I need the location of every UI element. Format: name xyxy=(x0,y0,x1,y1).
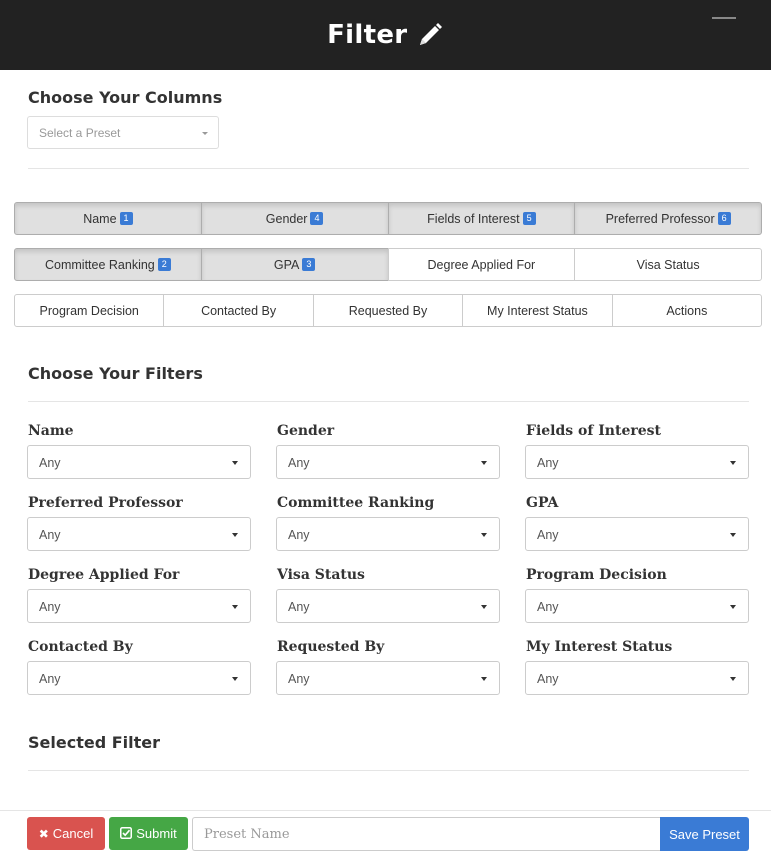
column-toggle-name[interactable]: Name 1 xyxy=(14,202,202,235)
column-toggle-visa-status[interactable]: Visa Status xyxy=(574,248,762,281)
caret-down-icon xyxy=(232,461,238,465)
filter-select-fields-of-interest[interactable]: Any xyxy=(525,445,749,479)
column-toggle-committee-ranking[interactable]: Committee Ranking 2 xyxy=(14,248,202,281)
filters-heading: Choose Your Filters xyxy=(28,364,203,383)
column-toggle-gpa[interactable]: GPA 3 xyxy=(200,248,389,281)
save-preset-button[interactable]: Save Preset xyxy=(660,817,749,851)
column-toggle-degree-applied-for[interactable]: Degree Applied For xyxy=(387,248,576,281)
filter-label-requested-by: Requested By xyxy=(277,639,385,655)
filter-select-my-interest-status[interactable]: Any xyxy=(525,661,749,695)
preset-select[interactable]: Select a Preset xyxy=(27,116,219,149)
column-row-1: Name 1 Gender 4 Fields of Interest 5 Prefer… xyxy=(14,202,762,235)
caret-down-icon xyxy=(232,677,238,681)
column-toggle-contacted-by[interactable]: Contacted By xyxy=(163,294,314,327)
filter-select-contacted-by[interactable]: Any xyxy=(27,661,251,695)
filter-label-name: Name xyxy=(28,423,74,439)
preset-select-placeholder: Select a Preset xyxy=(39,126,121,140)
order-badge: 3 xyxy=(302,258,316,271)
top-bar: Filter xyxy=(0,0,771,70)
caret-down-icon xyxy=(730,461,736,465)
order-badge: 2 xyxy=(157,258,171,271)
column-toggle-gender[interactable]: Gender 4 xyxy=(200,202,389,235)
caret-down-icon xyxy=(730,533,736,537)
filter-label-degree-applied-for: Degree Applied For xyxy=(28,567,180,583)
hamburger-icon[interactable] xyxy=(712,17,736,19)
filter-label-preferred-professor: Preferred Professor xyxy=(28,495,183,511)
divider xyxy=(28,168,749,169)
divider xyxy=(28,401,749,402)
filter-select-preferred-professor[interactable]: Any xyxy=(27,517,251,551)
caret-down-icon xyxy=(481,461,487,465)
submit-button[interactable]: Submit xyxy=(109,817,188,850)
cancel-button[interactable]: ✖ Cancel xyxy=(27,817,105,850)
order-badge: 6 xyxy=(717,212,731,225)
filter-label-gender: Gender xyxy=(277,423,335,439)
title-wrap: Filter xyxy=(0,20,771,50)
selected-filter-heading: Selected Filter xyxy=(28,733,161,752)
caret-down-icon xyxy=(730,677,736,681)
preset-name-placeholder: Preset Name xyxy=(204,827,290,842)
caret-down-icon xyxy=(232,533,238,537)
filter-label-my-interest-status: My Interest Status xyxy=(526,639,673,655)
column-toggle-fields-of-interest[interactable]: Fields of Interest 5 xyxy=(387,202,576,235)
caret-down-icon xyxy=(481,605,487,609)
filter-select-degree-applied-for[interactable]: Any xyxy=(27,589,251,623)
pencil-icon[interactable] xyxy=(416,21,444,49)
column-toggle-actions[interactable]: Actions xyxy=(611,294,763,327)
filter-select-visa-status[interactable]: Any xyxy=(276,589,500,623)
column-toggle-requested-by[interactable]: Requested By xyxy=(312,294,464,327)
filter-select-program-decision[interactable]: Any xyxy=(525,589,749,623)
filter-label-fields-of-interest: Fields of Interest xyxy=(526,423,661,439)
preset-name-input[interactable]: Preset Name xyxy=(192,817,662,851)
column-row-3: Program Decision Contacted By Requested … xyxy=(14,294,763,327)
filter-label-program-decision: Program Decision xyxy=(526,567,667,583)
column-toggle-preferred-professor[interactable]: Preferred Professor 6 xyxy=(574,202,762,235)
page-title: Filter xyxy=(327,20,408,50)
column-row-2: Committee Ranking 2 GPA 3 Degree Applied F… xyxy=(14,248,762,281)
divider xyxy=(28,770,749,771)
column-toggle-my-interest-status[interactable]: My Interest Status xyxy=(462,294,613,327)
caret-down-icon xyxy=(232,605,238,609)
footer-divider xyxy=(0,810,771,811)
filter-label-visa-status: Visa Status xyxy=(277,567,365,583)
chevron-down-icon xyxy=(202,132,208,135)
filter-select-committee-ranking[interactable]: Any xyxy=(276,517,500,551)
caret-down-icon xyxy=(481,533,487,537)
check-icon xyxy=(120,826,133,841)
filter-label-contacted-by: Contacted By xyxy=(28,639,133,655)
filter-label-committee-ranking: Committee Ranking xyxy=(277,495,435,511)
filter-select-gender[interactable]: Any xyxy=(276,445,500,479)
filter-select-requested-by[interactable]: Any xyxy=(276,661,500,695)
filter-select-name[interactable]: Any xyxy=(27,445,251,479)
columns-heading: Choose Your Columns xyxy=(28,88,223,107)
caret-down-icon xyxy=(730,605,736,609)
order-badge: 5 xyxy=(522,212,536,225)
filter-label-gpa: GPA xyxy=(526,495,559,511)
close-icon: ✖ xyxy=(38,826,49,841)
order-badge: 1 xyxy=(119,212,133,225)
column-toggle-program-decision[interactable]: Program Decision xyxy=(14,294,165,327)
order-badge: 4 xyxy=(310,212,324,225)
caret-down-icon xyxy=(481,677,487,681)
filter-select-gpa[interactable]: Any xyxy=(525,517,749,551)
